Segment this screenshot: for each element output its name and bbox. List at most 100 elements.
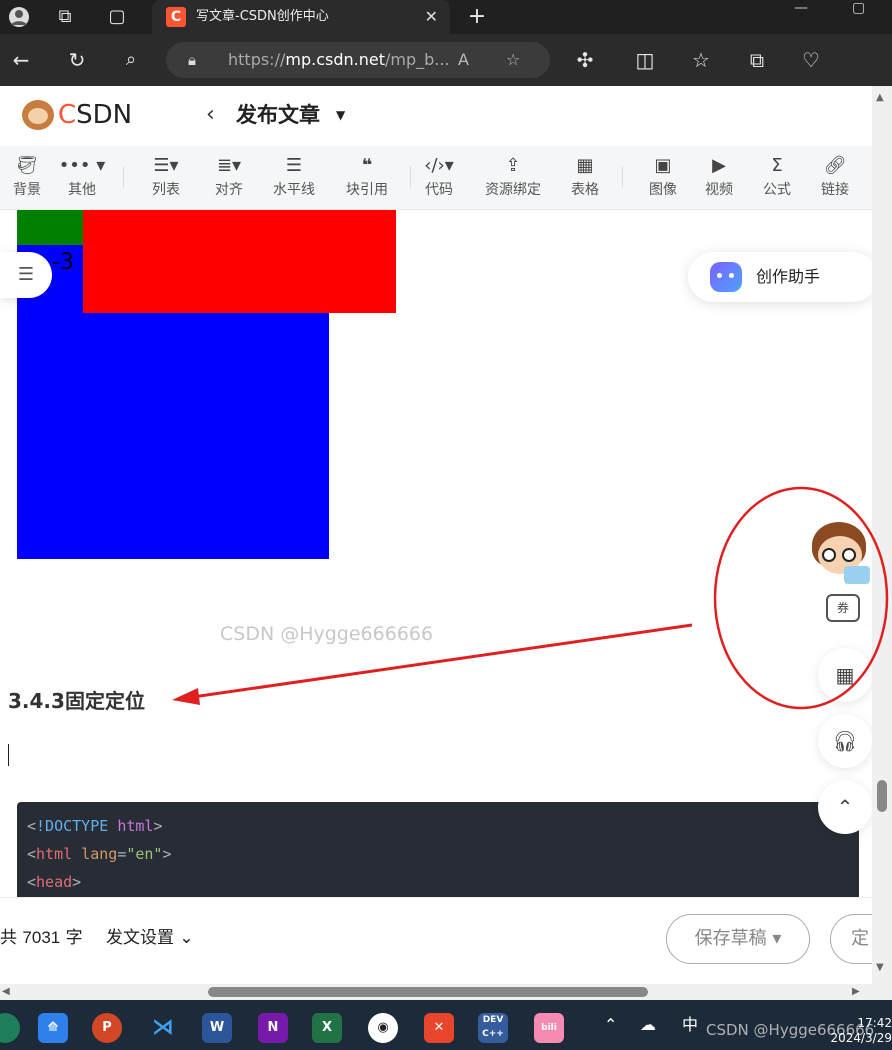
workspaces-icon[interactable]: ⧉ [50, 0, 80, 34]
tool-label: 表格 [571, 182, 599, 198]
code-icon: ‹/›▾ [424, 155, 454, 176]
system-clock[interactable]: 17:42 2024/3/29 [822, 1016, 892, 1046]
extensions-icon[interactable]: ✣ [570, 34, 600, 86]
formula-icon: Σ [771, 155, 783, 176]
horizontal-scrollbar[interactable]: ◀ ▶ [0, 984, 872, 1000]
scroll-left-icon[interactable]: ◀ [2, 984, 10, 1000]
tool-resource-bind[interactable]: ⇪ 资源绑定 [478, 146, 548, 210]
demo-red-box [83, 210, 396, 313]
search-icon[interactable]: ⌕ [116, 34, 146, 86]
quote-icon: ❝ [361, 155, 373, 176]
active-tab[interactable]: C 写文章-CSDN创作中心 ✕ [152, 0, 450, 34]
maximize-icon[interactable]: ▢ [852, 0, 865, 16]
refresh-icon[interactable]: ↻ [62, 34, 92, 86]
windows-taskbar: ⟰ P ⋊ W N X ◉ ✕ DEV C++ bili ⌃ ☁ 中 CSDN @… [0, 1000, 892, 1050]
logo-sdn: SDN [76, 100, 133, 130]
health-icon[interactable]: ♡ [796, 34, 826, 86]
tool-label: 对齐 [215, 182, 243, 198]
code-block[interactable]: <!DOCTYPE html> <html lang="en"> <head> [17, 802, 859, 897]
tray-overflow-icon[interactable]: ⌃ [604, 1000, 617, 1050]
tool-formula[interactable]: Σ 公式 [756, 146, 798, 210]
tool-video[interactable]: ▶ 视频 [698, 146, 740, 210]
outline-toggle-button[interactable]: ☰ [0, 252, 52, 298]
vertical-scrollbar[interactable]: ▲ ▼ [872, 86, 892, 984]
excel-app-icon[interactable]: X [312, 1013, 342, 1043]
back-to-top-button[interactable]: ⌃ [818, 780, 872, 834]
code-token: = [117, 845, 127, 863]
scroll-up-icon[interactable]: ▲ [876, 92, 884, 103]
toolbar-divider [123, 166, 124, 188]
tool-background[interactable]: 🪣︎ 背景 [6, 146, 48, 210]
obs-app-icon[interactable]: ◉ [368, 1013, 398, 1043]
post-settings-button[interactable]: 发文设置 ⌄ [106, 898, 194, 978]
browser-tab-bar: ⧉ ▢ C 写文章-CSDN创作中心 ✕ + — ▢ [0, 0, 892, 34]
ime-indicator[interactable]: 中 [682, 1000, 698, 1050]
editor-content[interactable]: -3 ☰ 创作助手 CSDN @Hygge666666 3.4.3固定定位 <!… [0, 210, 872, 897]
split-screen-icon[interactable]: ◫ [630, 34, 660, 86]
tool-label: 链接 [821, 182, 849, 198]
editor-footer: 共 7031 字 发文设置 ⌄ 保存草稿 ▾ 定 [0, 897, 872, 984]
publish-button[interactable]: 定 [830, 914, 872, 964]
tool-code[interactable]: ‹/›▾ 代码 [418, 146, 460, 210]
powerpoint-app-icon[interactable]: P [92, 1013, 122, 1043]
clock-date: 2024/3/29 [830, 1031, 892, 1045]
onenote-app-icon[interactable]: N [258, 1013, 288, 1043]
clock-time: 17:42 [857, 1016, 892, 1030]
creation-assistant-button[interactable]: 创作助手 [688, 252, 872, 302]
back-chevron-icon[interactable]: ‹ [206, 100, 215, 130]
url-text[interactable]: https://mp.csdn.net/mp_b... [228, 42, 448, 78]
toolbar-divider [410, 166, 411, 188]
customer-service-button[interactable]: 🎧︎ [818, 714, 872, 768]
tool-list[interactable]: ☰▾ 列表 [142, 146, 190, 210]
post-settings-label: 发文设置 [106, 928, 174, 948]
favorites-icon[interactable]: ☆ [686, 34, 716, 86]
qr-code-button[interactable]: ▦ [818, 648, 872, 702]
page-title[interactable]: 发布文章 [236, 100, 320, 130]
tool-horizontal-line[interactable]: ☰ 水平线 [268, 146, 320, 210]
section-heading[interactable]: 3.4.3固定定位 [8, 686, 145, 716]
vertical-scroll-thumb[interactable] [877, 780, 887, 812]
mascot-body [844, 566, 870, 584]
coupon-button[interactable]: 券 [826, 594, 860, 622]
favorite-icon[interactable]: ☆ [506, 42, 520, 78]
mascot-eye [842, 548, 856, 562]
xmind-app-icon[interactable]: ✕ [424, 1013, 454, 1043]
back-icon[interactable]: ← [6, 34, 36, 86]
horizontal-scroll-thumb[interactable] [208, 987, 648, 997]
feishu-app-icon[interactable]: ⟰ [38, 1013, 68, 1043]
tool-link[interactable]: 🔗︎ 链接 [814, 146, 856, 210]
tool-align[interactable]: ≣▾ 对齐 [206, 146, 252, 210]
new-tab-icon[interactable]: + [462, 0, 492, 34]
devcpp-app-icon[interactable]: DEV C++ [478, 1013, 508, 1043]
vscode-app-icon[interactable]: ⋊ [148, 1013, 178, 1043]
onedrive-icon[interactable]: ☁ [640, 1000, 656, 1050]
url-bar[interactable]: 🔒︎ https://mp.csdn.net/mp_b... A ☆ [166, 42, 550, 78]
tool-more[interactable]: ••• ▾ 其他 [58, 146, 106, 210]
tool-label: 公式 [763, 182, 791, 198]
tool-blockquote[interactable]: ❝ 块引用 [340, 146, 394, 210]
qr-code-icon: ▦ [835, 663, 855, 687]
word-app-icon[interactable]: W [202, 1013, 232, 1043]
tool-image[interactable]: ▣ 图像 [642, 146, 684, 210]
caret-down-icon: ▾ [766, 928, 782, 949]
tool-label: 块引用 [346, 182, 388, 198]
csdn-mascot-logo-icon [22, 100, 54, 130]
read-aloud-icon[interactable]: A [458, 42, 469, 78]
caret-down-icon[interactable]: ▼ [336, 100, 345, 130]
code-token: < [27, 845, 37, 863]
mascot-icon[interactable] [808, 522, 870, 584]
close-icon[interactable]: ✕ [425, 0, 438, 34]
tool-table[interactable]: ▦ 表格 [564, 146, 606, 210]
save-draft-button[interactable]: 保存草稿 ▾ [666, 914, 810, 964]
browser-app-icon[interactable] [0, 1013, 20, 1043]
collections-icon[interactable]: ⧉ [742, 34, 772, 86]
lock-icon[interactable]: 🔒︎ [188, 42, 196, 78]
minimize-icon[interactable]: — [794, 0, 808, 16]
scroll-right-icon[interactable]: ▶ [852, 984, 860, 1000]
tab-actions-icon[interactable]: ▢ [102, 0, 132, 34]
bilibili-app-icon[interactable]: bili [534, 1013, 564, 1043]
horizontal-line-icon: ☰ [285, 155, 303, 176]
code-line: <html lang="en"> [27, 840, 172, 868]
scroll-down-icon[interactable]: ▼ [876, 962, 884, 973]
